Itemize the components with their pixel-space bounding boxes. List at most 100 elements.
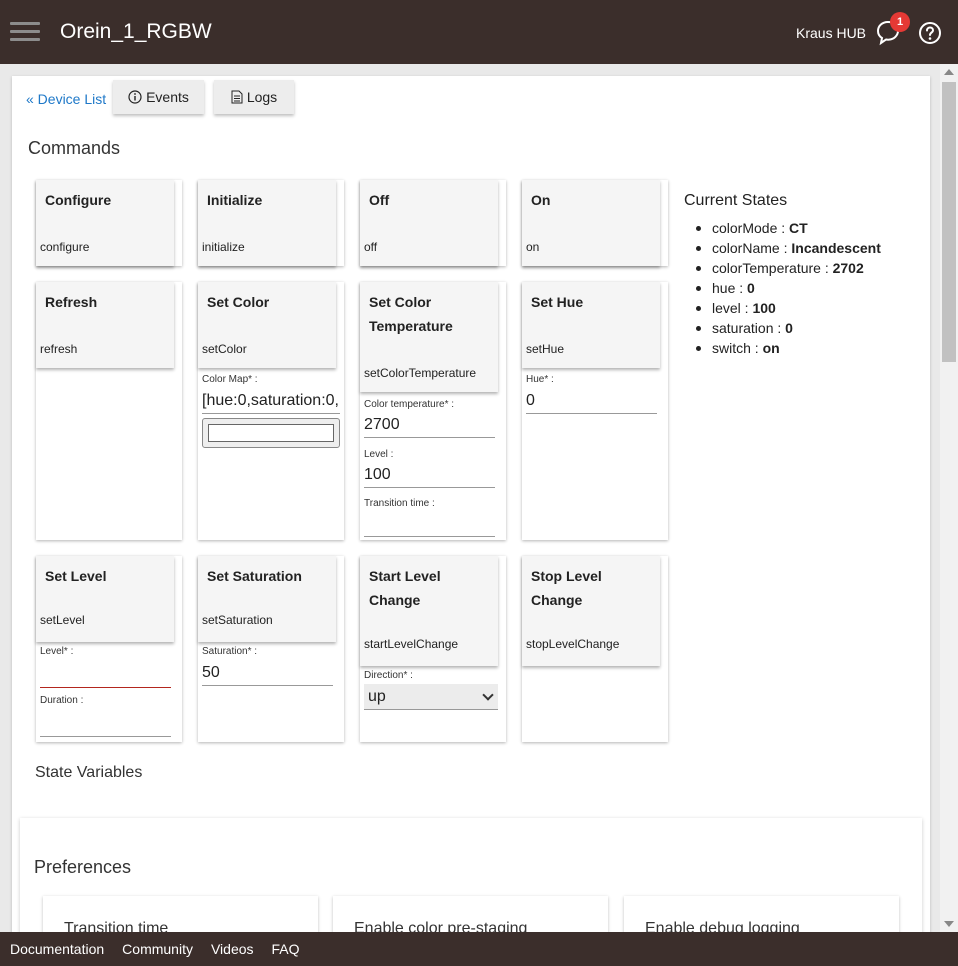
state-item: colorMode : CT <box>696 218 914 238</box>
color-map-label: Color Map* : <box>202 374 258 385</box>
command-card: Start Level Change startLevelChange Dire… <box>360 556 506 742</box>
refresh-button[interactable]: Refresh refresh <box>36 282 174 368</box>
level-input[interactable] <box>364 462 495 488</box>
hue-input[interactable] <box>526 388 657 414</box>
initialize-button[interactable]: Initialize initialize <box>198 180 336 266</box>
logs-label: Logs <box>246 89 278 105</box>
on-button[interactable]: On on <box>522 180 660 266</box>
command-card: On on <box>522 180 668 266</box>
command-card: Set Hue setHue Hue* : <box>522 282 668 540</box>
level-label: Level* : <box>40 646 74 657</box>
state-item: level : 100 <box>696 298 914 318</box>
saturation-input[interactable] <box>202 660 333 686</box>
duration-input[interactable] <box>40 711 171 737</box>
document-icon <box>231 90 243 104</box>
start-level-change-button[interactable]: Start Level Change startLevelChange <box>360 556 498 666</box>
stop-level-change-button[interactable]: Stop Level Change stopLevelChange <box>522 556 660 666</box>
current-states-title: Current States <box>684 192 788 209</box>
direction-value: up <box>368 688 386 705</box>
command-title: Refresh <box>45 294 98 310</box>
commands-heading: Commands <box>28 138 121 158</box>
preference-transition-time[interactable]: Transition time <box>43 896 318 936</box>
set-level-button[interactable]: Set Level setLevel <box>36 556 174 642</box>
hub-name: Kraus HUB <box>796 25 867 41</box>
off-button[interactable]: Off off <box>360 180 498 266</box>
command-title: Stop Level Change <box>531 568 602 608</box>
events-label: Events <box>146 89 189 105</box>
menu-icon[interactable] <box>10 20 40 44</box>
footer-link-community[interactable]: Community <box>122 941 193 957</box>
state-key: saturation <box>712 320 774 336</box>
footer-link-documentation[interactable]: Documentation <box>10 941 104 957</box>
color-temperature-label: Color temperature* : <box>364 399 455 410</box>
saturation-label: Saturation* : <box>202 646 258 657</box>
level-label: Level : <box>364 449 394 460</box>
state-key: colorTemperature <box>712 260 821 276</box>
states-list: colorMode : CT colorName : Incandescent … <box>696 218 914 358</box>
command-card: Stop Level Change stopLevelChange <box>522 556 668 742</box>
footer-link-faq[interactable]: FAQ <box>272 941 300 957</box>
state-value: 0 <box>785 320 793 336</box>
top-bar: Orein_1_RGBW Kraus HUB 1 <box>0 0 958 64</box>
logs-button[interactable]: Logs <box>214 80 294 114</box>
preference-color-prestaging[interactable]: Enable color pre-staging <box>333 896 608 936</box>
command-title: Set Color Temperature <box>369 294 453 334</box>
command-name: setLevel <box>40 613 85 627</box>
preferences-heading: Preferences <box>34 857 132 877</box>
configure-button[interactable]: Configure configure <box>36 180 174 266</box>
color-map-input[interactable] <box>202 388 340 414</box>
command-name: setSaturation <box>202 613 273 627</box>
command-card: Refresh refresh <box>36 282 182 540</box>
command-card: Set Color setColor Color Map* : <box>198 282 344 540</box>
state-item: colorName : Incandescent <box>696 238 914 258</box>
page-title: Orein_1_RGBW <box>60 20 212 43</box>
state-key: hue <box>712 280 736 296</box>
scroll-thumb[interactable] <box>942 82 956 362</box>
command-name: setColorTemperature <box>364 366 477 380</box>
scroll-up-arrow-icon[interactable] <box>944 69 954 75</box>
state-key: colorMode <box>712 220 778 236</box>
events-button[interactable]: Events <box>113 80 204 114</box>
direction-select[interactable]: up <box>364 684 498 710</box>
state-variables-heading: State Variables <box>35 764 143 781</box>
set-color-temperature-button[interactable]: Set Color Temperature setColorTemperatur… <box>360 282 498 392</box>
set-hue-button[interactable]: Set Hue setHue <box>522 282 660 368</box>
state-value: on <box>762 340 780 356</box>
transition-time-input[interactable] <box>364 511 495 537</box>
command-name: refresh <box>40 342 78 356</box>
preferences-panel: Preferences Transition time Enable color… <box>20 818 922 936</box>
state-value: Incandescent <box>791 240 881 256</box>
command-name: on <box>526 240 540 254</box>
set-color-button[interactable]: Set Color setColor <box>198 282 336 368</box>
command-title: Initialize <box>207 192 263 208</box>
footer-link-videos[interactable]: Videos <box>211 941 254 957</box>
help-icon[interactable] <box>918 21 942 45</box>
command-card: Set Color Temperature setColorTemperatur… <box>360 282 506 540</box>
command-name: stopLevelChange <box>526 637 620 651</box>
state-key: switch <box>712 340 751 356</box>
notification-badge: 1 <box>890 12 910 32</box>
command-card: Configure configure <box>36 180 182 266</box>
set-saturation-button[interactable]: Set Saturation setSaturation <box>198 556 336 642</box>
command-name: off <box>364 240 378 254</box>
transition-time-label: Transition time : <box>364 498 435 509</box>
current-states: Current States colorMode : CT colorName … <box>684 192 914 358</box>
command-title: Configure <box>45 192 112 208</box>
state-item: switch : on <box>696 338 914 358</box>
scroll-down-arrow-icon[interactable] <box>944 921 954 927</box>
state-value: 0 <box>747 280 755 296</box>
command-card: Set Level setLevel Level* : Duration : <box>36 556 182 742</box>
command-name: initialize <box>202 240 245 254</box>
device-list-link[interactable]: « Device List <box>26 91 106 107</box>
scrollbar[interactable] <box>940 64 958 932</box>
hue-label: Hue* : <box>526 374 554 385</box>
color-picker[interactable] <box>202 418 340 448</box>
command-title: Start Level Change <box>369 568 441 608</box>
state-item: saturation : 0 <box>696 318 914 338</box>
command-name: setColor <box>202 342 247 356</box>
command-title: Set Saturation <box>207 568 302 584</box>
duration-label: Duration : <box>40 695 84 706</box>
preference-debug-logging[interactable]: Enable debug logging <box>624 896 899 936</box>
level-input[interactable] <box>40 662 171 688</box>
color-temperature-input[interactable] <box>364 412 495 438</box>
